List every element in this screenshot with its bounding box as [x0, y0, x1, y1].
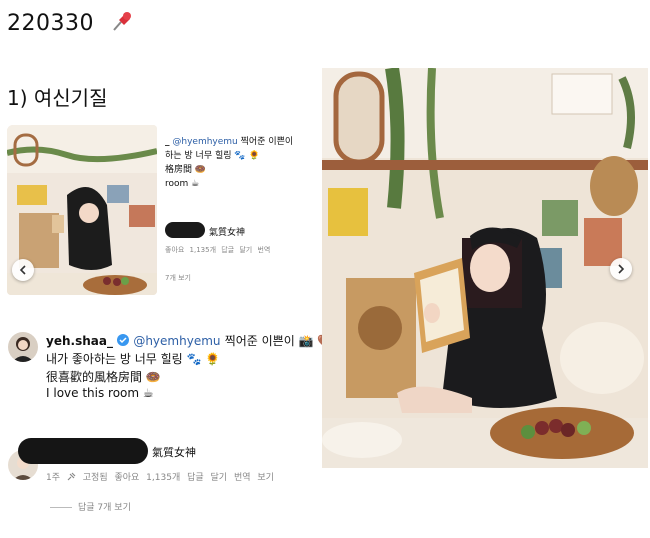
comment-header: yeh.shaa_ @hyemhyemu 찍어준 이쁜이 📸 🤎 — [46, 332, 332, 349]
small-post-card: _ @hyemhyemu 찍어준 이쁜이 하는 방 너무 힐링 🐾 🌻 格房間 … — [7, 125, 312, 300]
reply-likes[interactable]: 좋아요 1,135개 — [114, 473, 180, 483]
divider — [50, 507, 72, 508]
chevron-left-icon — [19, 265, 26, 275]
translate-link[interactable]: 번역 보기 — [234, 473, 274, 483]
reply-pinned: 고정됨 — [82, 473, 108, 483]
view-replies-link[interactable]: 답글 7개 보기 — [50, 500, 131, 513]
comment-username[interactable]: yeh.shaa_ — [46, 334, 113, 348]
comment-line4: I love this room ☕ — [46, 386, 154, 400]
small-comment-text: _ @hyemhyemu 찍어준 이쁜이 하는 방 너무 힐링 🐾 🌻 格房間 … — [165, 135, 312, 191]
small-reply-meta: 좋아요 1,135개 답글 달기 번역 — [165, 246, 271, 254]
date-title: 220330 — [7, 8, 135, 40]
reply-time: 1주 — [46, 473, 61, 483]
small-post-photo[interactable] — [7, 125, 157, 295]
verified-badge-icon — [117, 334, 130, 349]
carousel-prev-button[interactable] — [12, 259, 34, 281]
comment-line2: 내가 좋아하는 방 너무 힐링 🐾 🌻 — [46, 352, 221, 366]
small-comment-line3: 格房間 🍩 — [165, 165, 207, 175]
small-comment-mention[interactable]: @hyemhyemu — [172, 137, 237, 147]
small-comment-username[interactable]: _ — [165, 137, 170, 147]
small-comment-line1: 찍어준 이쁜이 — [240, 137, 294, 147]
reply-name: 氣質女神 — [152, 446, 196, 459]
pin-icon — [67, 472, 76, 484]
main-photo[interactable] — [322, 68, 648, 468]
comment-mention[interactable]: @hyemhyemu — [133, 334, 220, 348]
reply-action[interactable]: 답글 달기 — [187, 473, 227, 483]
small-view-replies[interactable]: 7개 보기 — [165, 273, 191, 283]
pushpin-icon — [109, 8, 135, 40]
small-reply-name: 氣質女神 — [209, 228, 246, 238]
view-replies-text: 답글 7개 보기 — [78, 503, 131, 513]
carousel-next-button[interactable] — [610, 258, 632, 280]
avatar[interactable] — [8, 332, 38, 362]
small-comment-line4: room ☕ — [165, 179, 200, 189]
comment-line3: 很喜歡的風格房間 🍩 — [46, 370, 161, 384]
comment-line1: 찍어준 이쁜이 📸 🤎 — [224, 334, 333, 348]
chevron-right-icon — [618, 264, 625, 274]
small-comment-line2: 하는 방 너무 힐링 🐾 🌻 — [165, 151, 260, 161]
date-text: 220330 — [7, 11, 94, 36]
redacted-username — [165, 222, 205, 238]
reply-meta: 1주 고정됨 좋아요 1,135개 답글 달기 번역 보기 — [46, 470, 274, 484]
section-heading: 1) 여신기질 — [7, 86, 108, 110]
redacted-username — [18, 438, 148, 464]
